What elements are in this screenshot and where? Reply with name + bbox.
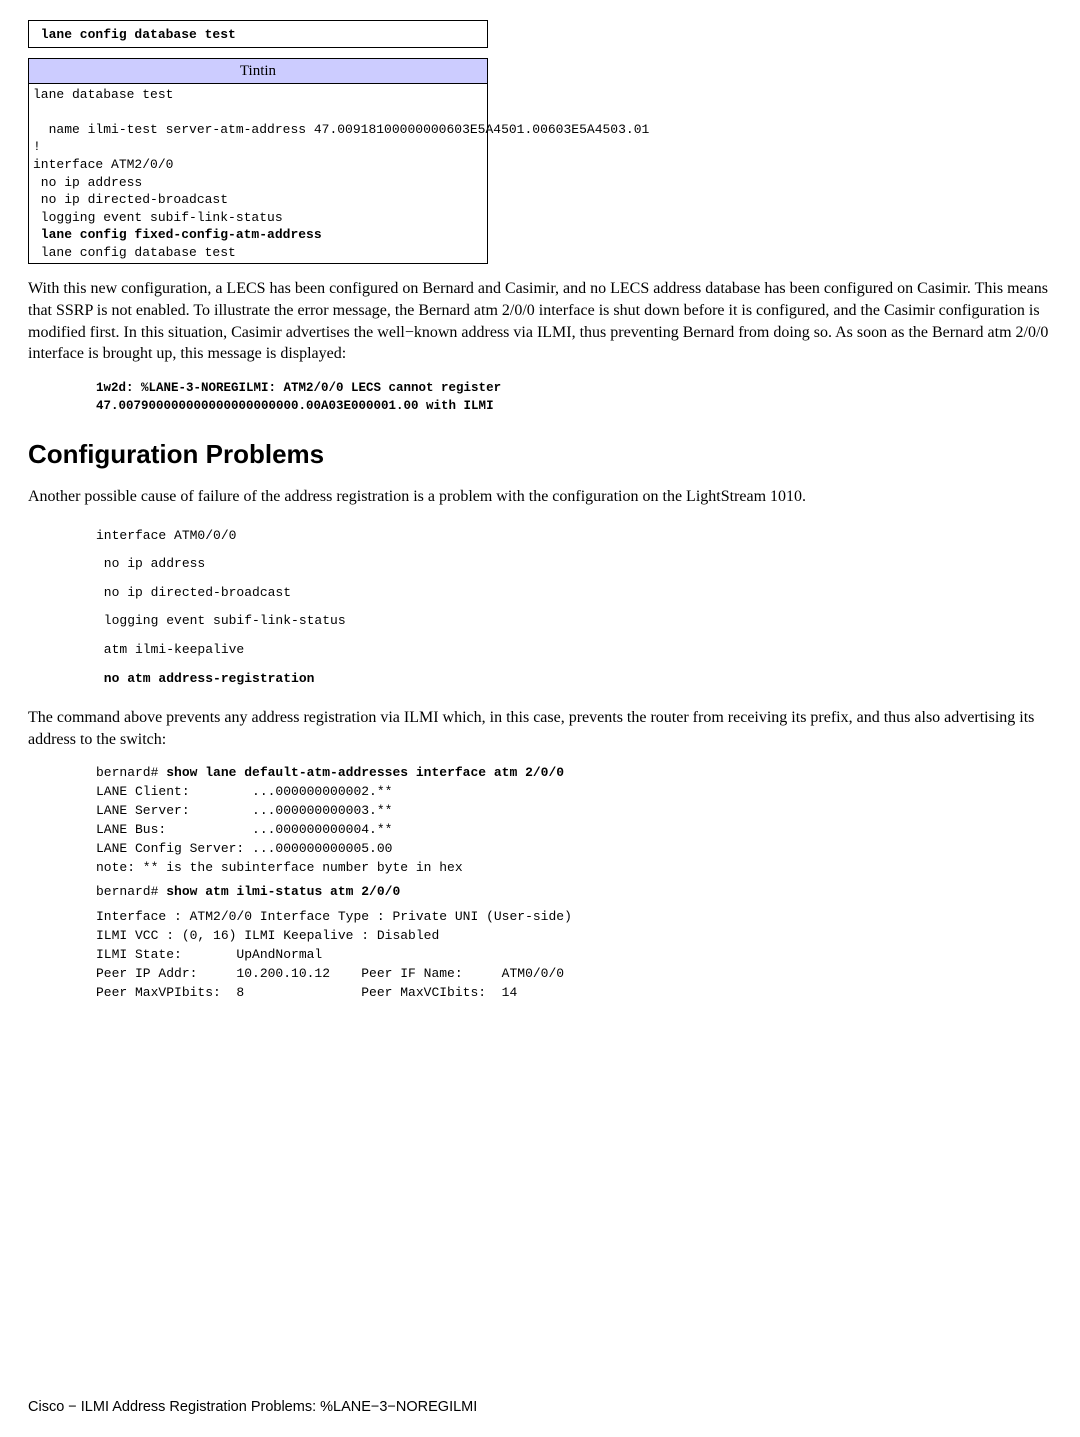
paragraph-2: Another possible cause of failure of the… — [28, 486, 1052, 508]
show-l06: note: ** is the subinterface number byte… — [96, 859, 1052, 878]
show-l07-cmd: show atm ilmi-status atm 2/0/0 — [166, 884, 400, 899]
tintin-config-body: lane database test name ilmi-test server… — [33, 86, 483, 226]
show-l11: Peer IP Addr: 10.200.10.12 Peer IF Name:… — [96, 965, 1052, 984]
page-footer: Cisco − ILMI Address Registration Proble… — [28, 1398, 477, 1418]
code-block-show: bernard# show lane default-atm-addresses… — [96, 764, 1052, 1002]
show-l04: LANE Bus: ...000000000004.** — [96, 821, 1052, 840]
tintin-bold-line: lane config fixed-config-atm-address — [33, 226, 483, 244]
show-l10: ILMI State: UpAndNormal — [96, 946, 1052, 965]
show-l02: LANE Client: ...000000000002.** — [96, 783, 1052, 802]
config-fragment-top-line: lane config database test — [33, 27, 236, 42]
config-fragment-top: lane config database test — [28, 20, 488, 48]
code-noregilmi-l1: 1w2d: %LANE-3-NOREGILMI: ATM2/0/0 LECS c… — [96, 379, 1052, 397]
paragraph-1: With this new configuration, a LECS has … — [28, 278, 1052, 364]
show-l07-prefix: bernard# — [96, 884, 166, 899]
show-l01-prefix: bernard# — [96, 765, 166, 780]
show-l05: LANE Config Server: ...000000000005.00 — [96, 840, 1052, 859]
code-block-interface: interface ATM0/0/0 no ip address no ip d… — [96, 522, 1052, 694]
tintin-last-line: lane config database test — [33, 244, 483, 262]
code-iface-l3: no ip directed-broadcast — [96, 579, 1052, 608]
code-iface-l5: atm ilmi-keepalive — [96, 636, 1052, 665]
show-l09: ILMI VCC : (0, 16) ILMI Keepalive : Disa… — [96, 927, 1052, 946]
code-iface-l6: no atm address-registration — [96, 665, 1052, 694]
code-iface-l4: logging event subif-link-status — [96, 607, 1052, 636]
code-block-noregilmi: 1w2d: %LANE-3-NOREGILMI: ATM2/0/0 LECS c… — [96, 379, 1052, 415]
show-l01: bernard# show lane default-atm-addresses… — [96, 764, 1052, 783]
code-noregilmi-l2: 47.007900000000000000000000.00A03E000001… — [96, 397, 1052, 415]
code-iface-l1: interface ATM0/0/0 — [96, 522, 1052, 551]
tintin-header: Tintin — [29, 58, 488, 83]
tintin-config-table: Tintin lane database test name ilmi-test… — [28, 58, 488, 265]
show-l01-cmd: show lane default-atm-addresses interfac… — [166, 765, 564, 780]
code-iface-l2: no ip address — [96, 550, 1052, 579]
show-l03: LANE Server: ...000000000003.** — [96, 802, 1052, 821]
paragraph-3: The command above prevents any address r… — [28, 707, 1052, 750]
show-l12: Peer MaxVPIbits: 8 Peer MaxVCIbits: 14 — [96, 984, 1052, 1003]
show-l07: bernard# show atm ilmi-status atm 2/0/0 — [96, 883, 1052, 902]
section-heading-config-problems: Configuration Problems — [28, 437, 1052, 472]
show-l08: Interface : ATM2/0/0 Interface Type : Pr… — [96, 908, 1052, 927]
